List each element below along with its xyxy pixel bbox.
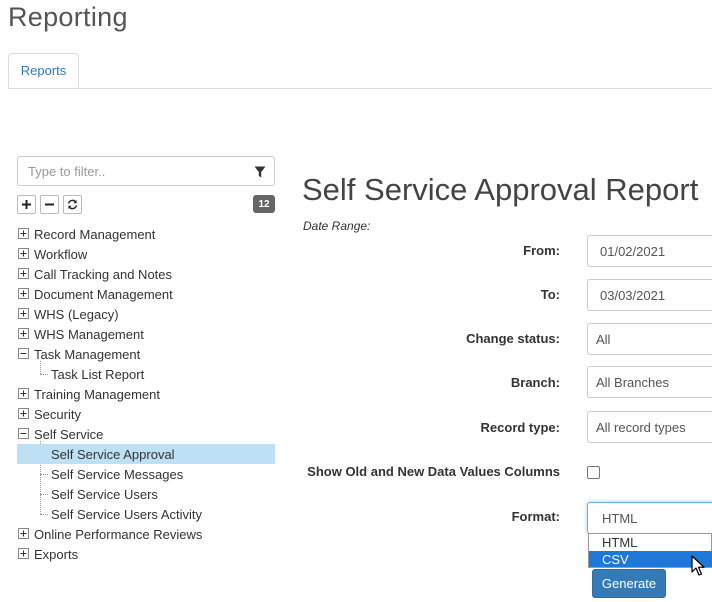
format-option-html[interactable]: HTML <box>589 534 712 550</box>
tree-item-label: WHS Management <box>34 326 144 342</box>
generate-button[interactable]: Generate <box>592 569 666 598</box>
show-old-new-label: Show Old and New Data Values Columns <box>307 464 560 479</box>
tree-item-label: Self Service Approval <box>51 446 175 462</box>
expand-icon[interactable] <box>18 228 29 239</box>
report-title: Self Service Approval Report <box>302 172 699 207</box>
tree-item[interactable]: Document Management <box>17 284 275 304</box>
tree-item-label: Self Service <box>34 426 104 442</box>
tree-item[interactable]: Task List Report <box>17 364 275 384</box>
tree-item[interactable]: Online Performance Reviews <box>17 524 275 544</box>
tree-item-label: Record Management <box>34 226 156 242</box>
collapse-icon[interactable] <box>18 348 29 359</box>
expand-icon[interactable] <box>18 248 29 259</box>
tree-item-label: Online Performance Reviews <box>34 526 203 542</box>
report-count-badge: 12 <box>253 195 275 213</box>
format-label: Format: <box>511 509 560 524</box>
to-date-input[interactable]: 03/03/2021 <box>587 279 712 311</box>
tree-item[interactable]: WHS (Legacy) <box>17 304 275 324</box>
plus-icon <box>22 200 31 209</box>
tree-item-label: Self Service Users Activity <box>51 506 202 522</box>
filter-icon[interactable] <box>254 166 266 178</box>
to-label: To: <box>540 287 560 302</box>
expand-icon[interactable] <box>18 288 29 299</box>
collapse-icon[interactable] <box>18 428 29 439</box>
expand-all-button[interactable] <box>17 195 36 214</box>
tree-item-label: Training Management <box>34 386 160 402</box>
tree-item[interactable]: Record Management <box>17 224 275 244</box>
refresh-button[interactable] <box>63 195 82 214</box>
tree-item-label: Call Tracking and Notes <box>34 266 173 282</box>
tree-item[interactable]: Exports <box>17 544 275 564</box>
tree-item[interactable]: WHS Management <box>17 324 275 344</box>
expand-icon[interactable] <box>18 268 29 279</box>
change-status-label: Change status: <box>466 331 560 346</box>
collapse-all-button[interactable] <box>40 195 59 214</box>
page-title: Reporting <box>8 2 128 32</box>
tabs-bar <box>8 88 712 89</box>
tree-item[interactable]: Call Tracking and Notes <box>17 264 275 284</box>
tree-item[interactable]: Workflow <box>17 244 275 264</box>
tree-item-label: Self Service Messages <box>51 466 184 482</box>
branch-label: Branch: <box>510 375 560 390</box>
date-range-label: Date Range: <box>303 219 371 233</box>
expand-icon[interactable] <box>18 408 29 419</box>
minus-icon <box>45 203 54 206</box>
expand-icon[interactable] <box>18 388 29 399</box>
tree-item[interactable]: Training Management <box>17 384 275 404</box>
tree-item[interactable]: Self Service Approval <box>17 444 275 464</box>
record-type-select[interactable]: All record types <box>587 411 712 443</box>
tree-item-label: Self Service Users <box>51 486 158 502</box>
show-old-new-checkbox[interactable] <box>587 466 600 479</box>
tree-item-label: Workflow <box>34 246 88 262</box>
tab-reports[interactable]: Reports <box>8 53 79 88</box>
filter-input[interactable] <box>28 158 248 184</box>
expand-icon[interactable] <box>18 328 29 339</box>
tree-item-label: Document Management <box>34 286 173 302</box>
expand-icon[interactable] <box>18 528 29 539</box>
mouse-cursor-icon <box>691 555 705 576</box>
branch-select[interactable]: All Branches <box>587 366 712 398</box>
tree-item-label: Security <box>34 406 81 422</box>
change-status-select[interactable]: All <box>587 323 712 355</box>
tree-item[interactable]: Self Service Users <box>17 484 275 504</box>
from-date-input[interactable]: 01/02/2021 <box>587 235 712 267</box>
tree-item-label: WHS (Legacy) <box>34 306 119 322</box>
format-select[interactable]: HTML <box>587 502 712 534</box>
tree-item[interactable]: Security <box>17 404 275 424</box>
expand-icon[interactable] <box>18 548 29 559</box>
refresh-icon <box>67 199 78 210</box>
expand-icon[interactable] <box>18 308 29 319</box>
tree-item-label: Task List Report <box>51 366 145 382</box>
tree-item[interactable]: Self Service Users Activity <box>17 504 275 524</box>
tree-item[interactable]: Self Service Messages <box>17 464 275 484</box>
tree-item-label: Task Management <box>34 346 141 362</box>
record-type-label: Record type: <box>480 420 560 435</box>
from-label: From: <box>523 243 560 258</box>
tree-item[interactable]: Task Management <box>17 344 275 364</box>
tree-item[interactable]: Self Service <box>17 424 275 444</box>
tree-item-label: Exports <box>34 546 79 562</box>
filter-box <box>17 156 275 186</box>
